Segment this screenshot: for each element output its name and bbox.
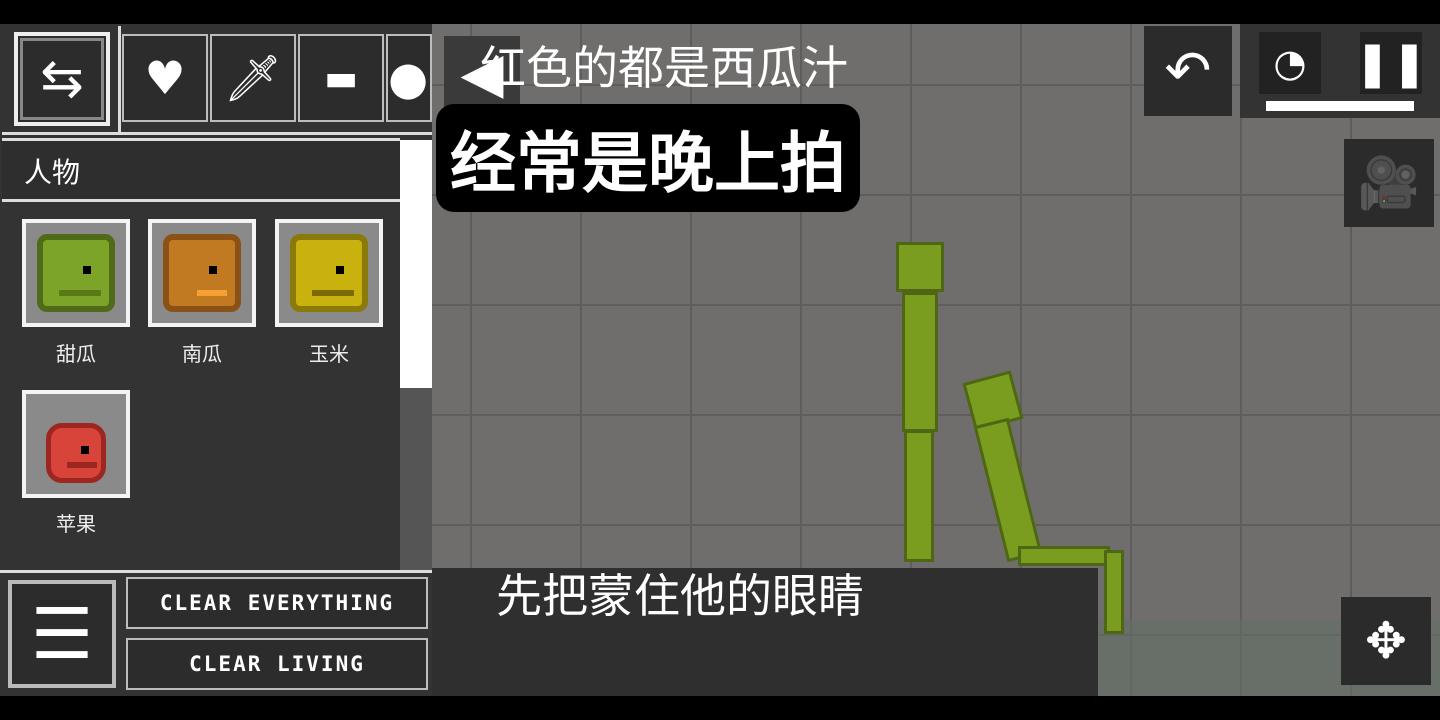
swap-arrows-icon: ⇆ — [40, 49, 84, 109]
hamburger-icon: ☰ — [30, 593, 94, 675]
item-pumpkin[interactable] — [148, 219, 256, 327]
slow-motion-icon: ◔ — [1273, 41, 1307, 85]
item-corn[interactable] — [275, 219, 383, 327]
item-label: 甜瓜 — [56, 342, 96, 366]
camera-button[interactable]: 🎥 — [1344, 139, 1434, 227]
pumpkin-icon — [163, 234, 241, 312]
category-melee[interactable]: 🗡 — [210, 34, 296, 122]
clear-everything-button[interactable]: CLEAR EVERYTHING — [126, 577, 428, 629]
item-melon[interactable] — [22, 219, 130, 327]
swap-button[interactable]: ⇆ — [14, 32, 110, 126]
heart-icon: ♥ — [144, 51, 186, 105]
undo-icon: ↶ — [1164, 38, 1212, 104]
explosive-icon: ● — [388, 51, 429, 105]
slow-motion-button[interactable]: ◔ — [1259, 32, 1321, 94]
menu-button[interactable]: ☰ — [8, 580, 116, 688]
sword-icon: 🗡 — [223, 50, 283, 105]
category-firearms[interactable]: ▬ — [298, 34, 384, 122]
subtitle-main: 经常是晚上拍 — [436, 104, 860, 212]
item-apple[interactable] — [22, 390, 130, 498]
item-label: 苹果 — [56, 512, 96, 536]
item-label: 玉米 — [309, 342, 349, 366]
pause-button[interactable]: ❚❚ — [1354, 32, 1428, 94]
move-button[interactable]: ✥ — [1341, 597, 1431, 685]
category-title: 人物 — [2, 138, 400, 202]
pause-icon: ❚❚ — [1354, 37, 1428, 89]
scrollbar-track[interactable] — [400, 388, 432, 570]
category-heart[interactable]: ♥ — [122, 34, 208, 122]
pistol-icon: ▬ — [323, 57, 358, 99]
scrollbar-thumb[interactable] — [400, 140, 432, 388]
time-scale-bar[interactable] — [1266, 101, 1414, 111]
undo-button[interactable]: ↶ — [1144, 26, 1232, 116]
clear-living-button[interactable]: CLEAR LIVING — [126, 638, 428, 690]
camera-icon: 🎥 — [1357, 153, 1421, 212]
item-label: 南瓜 — [182, 342, 222, 366]
melon-icon — [37, 234, 115, 312]
subtitle-bottom: 先把蒙住他的眼睛 — [496, 569, 864, 623]
move-arrows-icon: ✥ — [1365, 612, 1407, 670]
apple-icon — [46, 423, 106, 483]
corn-icon — [290, 234, 368, 312]
category-explosives[interactable]: ● — [386, 34, 432, 122]
subtitle-top: 红色的都是西瓜汁 — [480, 41, 848, 95]
